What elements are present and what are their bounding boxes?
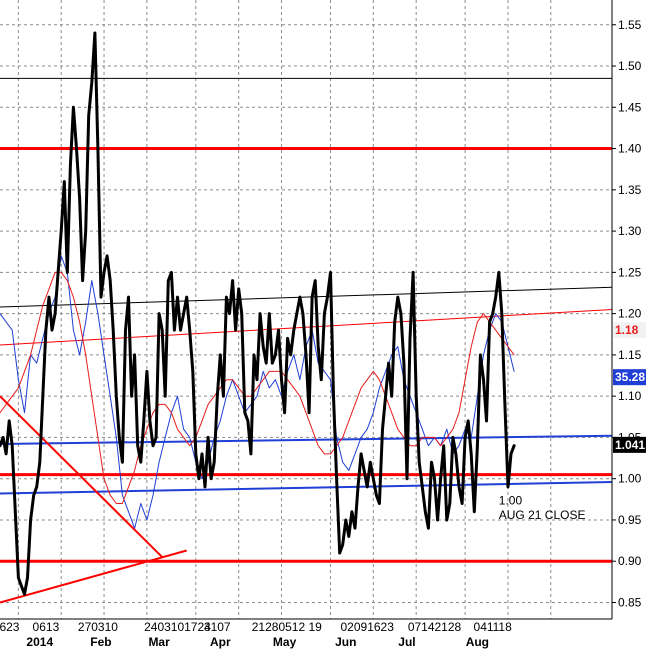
x-day-label: 3107: [204, 620, 231, 634]
price-badge-label: 35.28: [615, 370, 645, 384]
chart: 0.850.900.951.001.051.101.151.201.251.30…: [0, 0, 646, 651]
x-day-label: 0613: [33, 620, 60, 634]
x-month-label: Feb: [90, 635, 111, 649]
x-day-label: 2403101724: [144, 620, 211, 634]
x-day-label: 21280512: [252, 620, 306, 634]
price-badge-label: 1.041: [615, 438, 645, 452]
x-day-label: 1623: [0, 620, 20, 634]
annotation-label: 1.00: [499, 493, 523, 507]
x-month-label: Apr: [210, 635, 231, 649]
y-tick-label: 1.50: [618, 59, 642, 73]
annotation-label: AUG 21 CLOSE: [499, 508, 586, 522]
y-tick-label: 1.25: [618, 265, 642, 279]
y-tick-label: 1.40: [618, 142, 642, 156]
x-day-label: 02091623: [341, 620, 395, 634]
x-month-label: Jul: [398, 635, 415, 649]
y-tick-label: 1.45: [618, 100, 642, 114]
y-tick-label: 1.10: [618, 389, 642, 403]
x-day-label: 07142128: [408, 620, 462, 634]
y-tick-label: 1.15: [618, 348, 642, 362]
y-tick-label: 1.30: [618, 224, 642, 238]
y-tick-label: 1.55: [618, 18, 642, 32]
y-tick-label: 1.35: [618, 183, 642, 197]
y-tick-label: 0.85: [618, 595, 642, 609]
x-month-label: 2014: [26, 635, 53, 649]
price-badge-label: 1.18: [615, 323, 639, 337]
x-day-label: 270310: [78, 620, 118, 634]
x-month-label: Mar: [148, 635, 170, 649]
x-month-label: May: [273, 635, 297, 649]
y-tick-label: 1.00: [618, 472, 642, 486]
x-month-label: Jun: [335, 635, 356, 649]
y-tick-label: 1.20: [618, 307, 642, 321]
x-day-label: 19: [309, 620, 323, 634]
x-day-label: 041118: [474, 620, 513, 634]
x-month-label: Aug: [466, 635, 489, 649]
y-tick-label: 0.90: [618, 554, 642, 568]
y-tick-label: 0.95: [618, 513, 642, 527]
